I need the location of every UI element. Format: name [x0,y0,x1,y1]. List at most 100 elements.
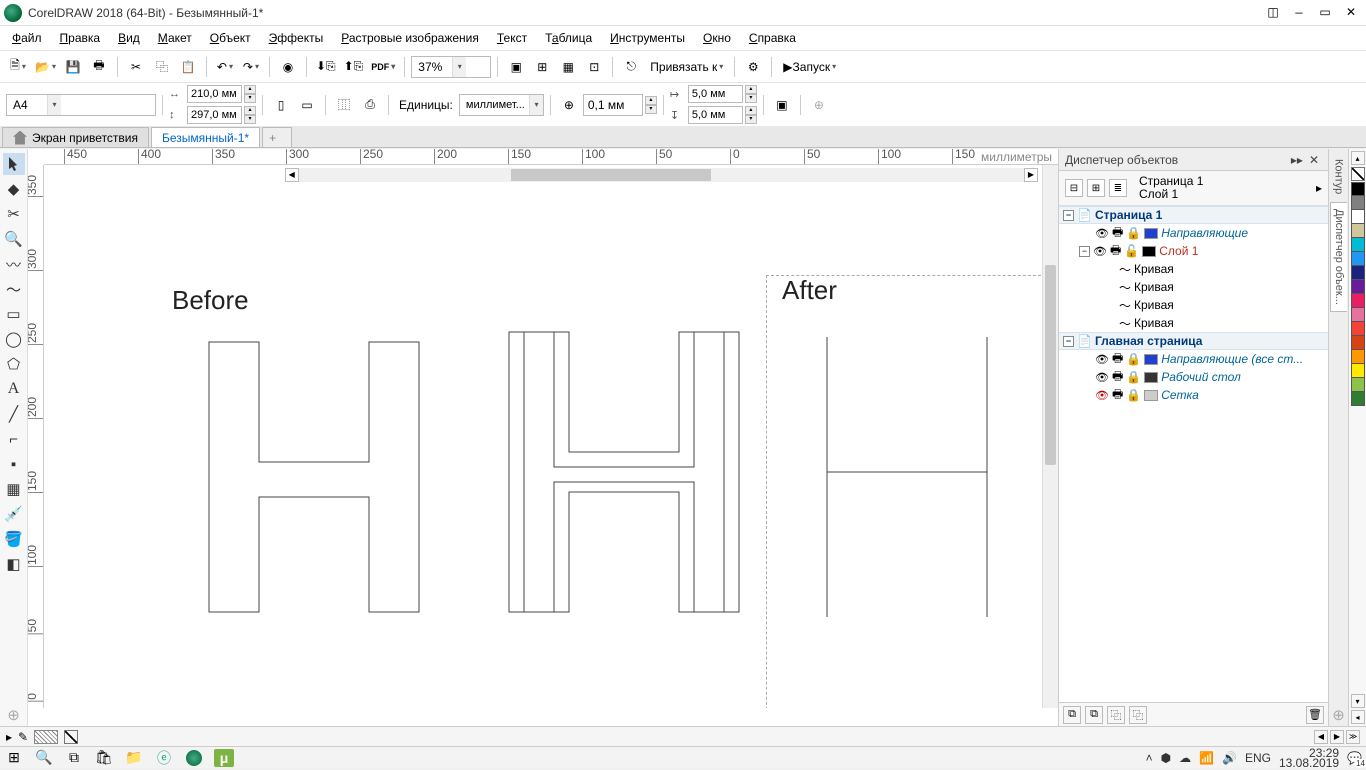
tray-chevron-icon[interactable]: ˄ [1146,751,1153,765]
volume-icon[interactable]: 🔊 [1222,751,1237,765]
tree-curve-2[interactable]: 〜Кривая [1059,278,1328,296]
scroll-left-button[interactable]: ◀ [1314,730,1328,744]
outline-pen-icon[interactable]: ▸ [6,730,12,744]
color-swatch[interactable] [1351,210,1365,224]
freehand-tool[interactable]: 〰 [3,253,25,275]
transparency-tool[interactable]: ▦ [3,478,25,500]
document-tab[interactable]: Безымянный-1* [151,127,260,147]
color-swatch[interactable] [1351,238,1365,252]
rectangle-tool[interactable]: ▭ [3,303,25,325]
task-view-button[interactable]: ⧉ [64,749,84,767]
color-swatch[interactable] [1351,392,1365,406]
maximize-button[interactable]: ▭ [1314,2,1336,24]
color-swatch[interactable] [1351,378,1365,392]
menu-text[interactable]: Текст [491,28,537,48]
color-swatch[interactable] [1351,336,1365,350]
tree-guides[interactable]: 👁🖶🔒Направляющие [1059,224,1328,242]
cut-button[interactable]: ✂ [124,55,148,79]
undo-button[interactable]: ↶ [213,55,237,79]
outline-color-icon[interactable]: ✎ [18,730,28,744]
interactive-fill-tool[interactable]: 🪣 [3,528,25,550]
add-preset-button[interactable]: ⊕ [807,93,831,117]
tree-desktop[interactable]: 👁🖶🔒Рабочий стол [1059,368,1328,386]
palette-expand-button[interactable]: ◂ [1351,710,1365,724]
docker-close-button[interactable]: ✕ [1306,153,1322,167]
copy-button[interactable]: ⿻ [150,55,174,79]
fullscreen-preview-button[interactable]: ▣ [504,55,528,79]
portrait-button[interactable]: ▯ [269,93,293,117]
menu-help[interactable]: Справка [743,28,806,48]
new-master-layer-odd-button[interactable]: ⿻ [1129,706,1147,724]
zoom-combo[interactable]: 37% ▾ [411,56,491,78]
tree-grid[interactable]: 👁🖶🔒Сетка [1059,386,1328,404]
menu-object[interactable]: Объект [204,28,261,48]
polygon-tool[interactable]: ⬠ [3,353,25,375]
smart-fill-tool[interactable]: ◧ [3,553,25,575]
ellipse-tool[interactable]: ◯ [3,328,25,350]
ruler-horizontal[interactable]: миллиметры 45040035030025020015010050050… [44,149,1058,165]
horizontal-scrollbar[interactable]: ◀▶ [285,168,1038,182]
onedrive-icon[interactable]: ☁ [1179,751,1191,765]
show-rulers-button[interactable]: ⊞ [530,55,554,79]
clock[interactable]: 23:2913.08.2019 [1279,748,1339,768]
tree-curve-1[interactable]: 〜Кривая [1059,260,1328,278]
tree-curve-3[interactable]: 〜Кривая [1059,296,1328,314]
outline-docker-tab[interactable]: Контур [1331,153,1347,200]
color-swatch[interactable] [1351,322,1365,336]
import-button[interactable]: ⬇⎘ [313,55,339,79]
connector-tool[interactable]: ⌐ [3,428,25,450]
tree-master-guides[interactable]: 👁🖶🔒Направляющие (все ст... [1059,350,1328,368]
print-button[interactable]: 🖶 [87,55,111,79]
color-swatch[interactable] [1351,308,1365,322]
palette-up-button[interactable]: ▴ [1351,151,1365,165]
canvas[interactable]: Before After [44,165,1058,708]
palette-down-button[interactable]: ▾ [1351,694,1365,708]
redo-button[interactable]: ↷ [239,55,263,79]
new-doc-button[interactable]: 🗎 [6,55,30,79]
tree-curve-4[interactable]: 〜Кривая [1059,314,1328,332]
color-swatch[interactable] [1351,196,1365,210]
wifi-icon[interactable]: 📶 [1199,751,1214,765]
color-swatch[interactable] [1351,280,1365,294]
drop-shadow-tool[interactable]: ▪ [3,453,25,475]
menu-file[interactable]: Файл [6,28,52,48]
new-tab-button[interactable]: + [262,127,292,147]
vertical-scrollbar[interactable] [1042,165,1058,708]
signin-icon[interactable]: ◫ [1262,2,1284,24]
store-icon[interactable]: 🛍 [94,749,114,767]
new-master-layer-button[interactable]: ⧉ [1085,706,1103,724]
scroll-end-button[interactable]: ≫ [1346,730,1360,744]
scroll-right-button[interactable]: ▶ [1330,730,1344,744]
snap-off-button[interactable]: ⎋ [619,55,643,79]
ruler-vertical[interactable]: 350300250200150100500 [28,165,44,708]
color-swatch[interactable] [1351,266,1365,280]
eyedropper-tool[interactable]: 💉 [3,503,25,525]
color-swatch[interactable] [1351,350,1365,364]
page-height-input[interactable] [187,106,242,124]
menu-layout[interactable]: Макет [152,28,202,48]
language-indicator[interactable]: ENG [1245,751,1271,765]
quick-customize-button[interactable]: ⊕ [3,704,25,726]
tree-page-header[interactable]: −📄Страница 1 [1059,206,1328,224]
minimize-button[interactable]: — [1288,2,1310,24]
options-button[interactable]: ⚙ [741,55,765,79]
treat-as-filled-button[interactable]: ▣ [770,93,794,117]
docker-expand-button[interactable]: ▸▸ [1288,153,1306,167]
utorrent-icon[interactable]: μ [214,749,234,767]
color-swatch[interactable] [1351,294,1365,308]
current-page-button[interactable]: ⎙ [358,93,382,117]
show-obj-props-button[interactable]: ⊟ [1065,179,1083,197]
paste-button[interactable]: 📋 [176,55,200,79]
dup-x-input[interactable] [688,85,743,103]
docker-menu-button[interactable]: ▸ [1316,181,1322,195]
no-fill-icon[interactable] [64,730,78,744]
object-tree[interactable]: −📄Страница 1 👁🖶🔒Направляющие −👁🖶🔓Слой 1 … [1059,206,1328,702]
menu-bitmaps[interactable]: Растровые изображения [335,28,489,48]
layer-manager-view-button[interactable]: ≣ [1109,179,1127,197]
export-button[interactable]: ⬆⎘ [341,55,367,79]
welcome-tab[interactable]: Экран приветствия [2,127,149,147]
show-grid-button[interactable]: ▦ [556,55,580,79]
color-swatch[interactable] [1351,224,1365,238]
new-master-layer-all-button[interactable]: ⿻ [1107,706,1125,724]
parallel-dim-tool[interactable]: ╱ [3,403,25,425]
